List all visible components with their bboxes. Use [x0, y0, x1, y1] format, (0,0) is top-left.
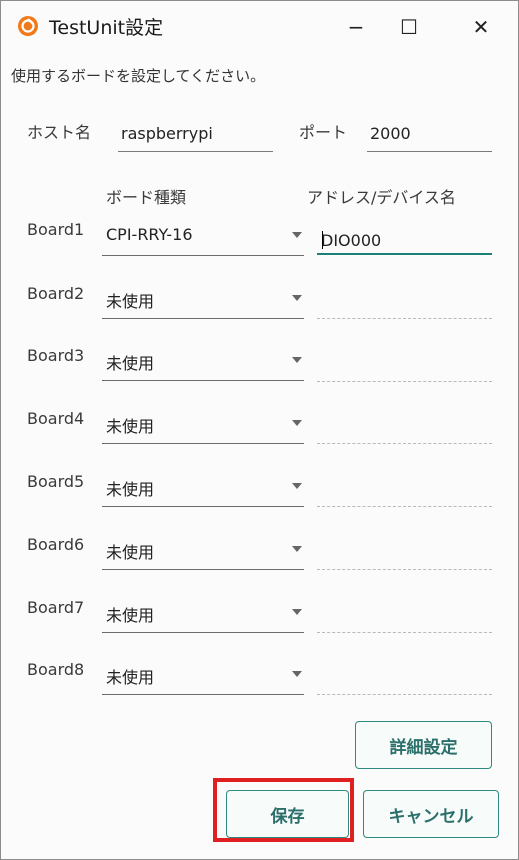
board1-type-select[interactable]: CPI-RRY-16: [102, 217, 304, 256]
board2-type-select[interactable]: 未使用: [102, 280, 304, 319]
board8-address-input: [317, 693, 492, 695]
board1-address-input[interactable]: DIO000: [317, 221, 492, 255]
instruction-text: 使用するボードを設定してください。: [11, 67, 266, 85]
port-label: ポート: [299, 123, 348, 142]
chevron-down-icon: [292, 420, 302, 426]
settings-dialog: TestUnit設定 − ☐ ✕ 使用するボードを設定してください。 ホスト名 …: [0, 0, 519, 860]
board3-label: Board3: [27, 346, 85, 365]
board1-type-value: CPI-RRY-16: [106, 225, 193, 244]
save-highlight-box: [213, 778, 354, 842]
host-value: raspberrypi: [121, 124, 213, 143]
board5-label: Board5: [27, 472, 85, 491]
board4-type-value: 未使用: [106, 417, 155, 436]
board6-type-select[interactable]: 未使用: [102, 531, 304, 570]
board8-label: Board8: [27, 660, 85, 679]
board-type-header: ボード種類: [106, 188, 187, 207]
chevron-down-icon: [292, 483, 302, 489]
board5-address-input: [317, 505, 492, 507]
board4-address-input: [317, 442, 492, 444]
chevron-down-icon: [292, 671, 302, 677]
board8-type-select[interactable]: 未使用: [102, 656, 304, 695]
board5-type-value: 未使用: [106, 480, 155, 499]
title-bar: TestUnit設定 − ☐ ✕: [1, 1, 518, 53]
host-label: ホスト名: [27, 123, 92, 142]
cancel-button[interactable]: キャンセル: [363, 790, 499, 838]
chevron-down-icon: [292, 609, 302, 615]
board6-label: Board6: [27, 535, 85, 554]
board4-label: Board4: [27, 409, 85, 428]
board1-label: Board1: [27, 220, 85, 239]
board3-type-value: 未使用: [106, 354, 155, 373]
board3-address-input: [317, 380, 492, 382]
window-title: TestUnit設定: [49, 17, 164, 39]
board6-type-value: 未使用: [106, 543, 155, 562]
board3-type-select[interactable]: 未使用: [102, 342, 304, 381]
address-header: アドレス/デバイス名: [307, 188, 456, 207]
chevron-down-icon: [292, 546, 302, 552]
app-icon: [18, 16, 38, 36]
port-underline: [367, 151, 492, 152]
text-caret: [322, 231, 323, 249]
maximize-button[interactable]: ☐: [389, 11, 429, 43]
chevron-down-icon: [292, 295, 302, 301]
board2-type-value: 未使用: [106, 292, 155, 311]
port-value: 2000: [370, 124, 411, 143]
board2-address-input: [317, 317, 492, 319]
board7-type-value: 未使用: [106, 606, 155, 625]
board2-label: Board2: [27, 284, 85, 303]
board7-type-select[interactable]: 未使用: [102, 594, 304, 633]
chevron-down-icon: [292, 232, 302, 238]
advanced-settings-button[interactable]: 詳細設定: [355, 721, 492, 769]
minimize-button[interactable]: −: [336, 11, 376, 43]
board6-address-input: [317, 568, 492, 570]
board7-address-input: [317, 631, 492, 633]
board7-label: Board7: [27, 598, 85, 617]
board5-type-select[interactable]: 未使用: [102, 468, 304, 507]
host-underline: [118, 151, 273, 152]
chevron-down-icon: [292, 357, 302, 363]
close-button[interactable]: ✕: [461, 11, 501, 43]
board8-type-value: 未使用: [106, 668, 155, 687]
board4-type-select[interactable]: 未使用: [102, 405, 304, 444]
